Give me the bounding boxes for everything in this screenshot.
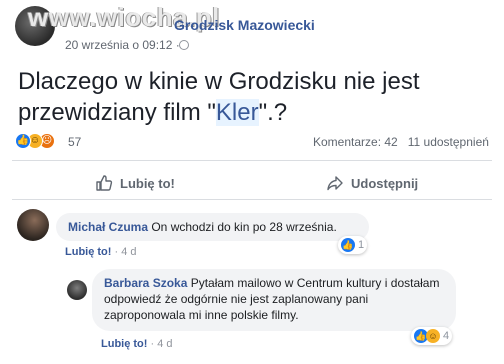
like-button-label: Lubię to! bbox=[120, 175, 175, 191]
comment-author-link[interactable]: Michał Czuma bbox=[68, 220, 148, 234]
divider bbox=[12, 160, 492, 161]
comment-text: On wchodzi do kin po 28 września. bbox=[148, 220, 337, 234]
reply-meta: Lubię to! · 4 d bbox=[101, 338, 173, 350]
comment-time[interactable]: · 4 d bbox=[111, 246, 136, 258]
divider bbox=[12, 199, 492, 200]
comment-meta: Lubię to! · 4 d bbox=[65, 246, 137, 258]
comment-reactions[interactable]: 👍 1 bbox=[338, 236, 368, 254]
post-text-highlight[interactable]: Kler bbox=[215, 99, 259, 126]
group-name-link[interactable]: Grodzisk Mazowiecki bbox=[174, 17, 315, 33]
post-timestamp[interactable]: 20 września o 09:12 · bbox=[65, 38, 180, 52]
reply-reaction-count: 4 bbox=[443, 330, 450, 342]
reply-reactions[interactable]: 👍 ☺ 4 bbox=[411, 327, 453, 345]
reaction-count[interactable]: 57 bbox=[68, 135, 81, 149]
reply-bubble: Barbara Szoka Pytałam mailowo w Centrum … bbox=[92, 269, 456, 331]
reply-time[interactable]: · 4 d bbox=[147, 338, 172, 350]
reply-author-link[interactable]: Barbara Szoka bbox=[104, 276, 187, 290]
globe-icon bbox=[179, 40, 189, 50]
reply-avatar[interactable] bbox=[67, 280, 87, 300]
thumbs-up-icon bbox=[96, 175, 113, 191]
haha-icon: ☺ bbox=[426, 329, 440, 343]
share-button[interactable]: Udostępnij bbox=[326, 174, 418, 192]
like-icon: 👍 bbox=[341, 238, 355, 252]
share-arrow-icon bbox=[327, 176, 343, 191]
post-text-part: ".? bbox=[258, 99, 288, 126]
share-button-label: Udostępnij bbox=[351, 175, 419, 191]
post-stats: Komentarze: 42 11 udostępnień bbox=[313, 135, 489, 149]
comments-count-link[interactable]: Komentarze: 42 bbox=[313, 135, 398, 149]
comment-bubble: Michał Czuma On wchodzi do kin po 28 wrz… bbox=[56, 213, 369, 241]
shares-count-link[interactable]: 11 udostępnień bbox=[408, 135, 489, 149]
comment-like-link[interactable]: Lubię to! bbox=[65, 246, 111, 258]
commenter-avatar[interactable] bbox=[17, 209, 49, 241]
like-button[interactable]: Lubię to! bbox=[95, 174, 175, 192]
post-text: Dlaczego w kinie w Grodzisku nie jest pr… bbox=[18, 66, 488, 128]
comment-reaction-count: 1 bbox=[358, 239, 365, 251]
like-icon: 👍 bbox=[15, 133, 31, 149]
reply-like-link[interactable]: Lubię to! bbox=[101, 338, 147, 350]
